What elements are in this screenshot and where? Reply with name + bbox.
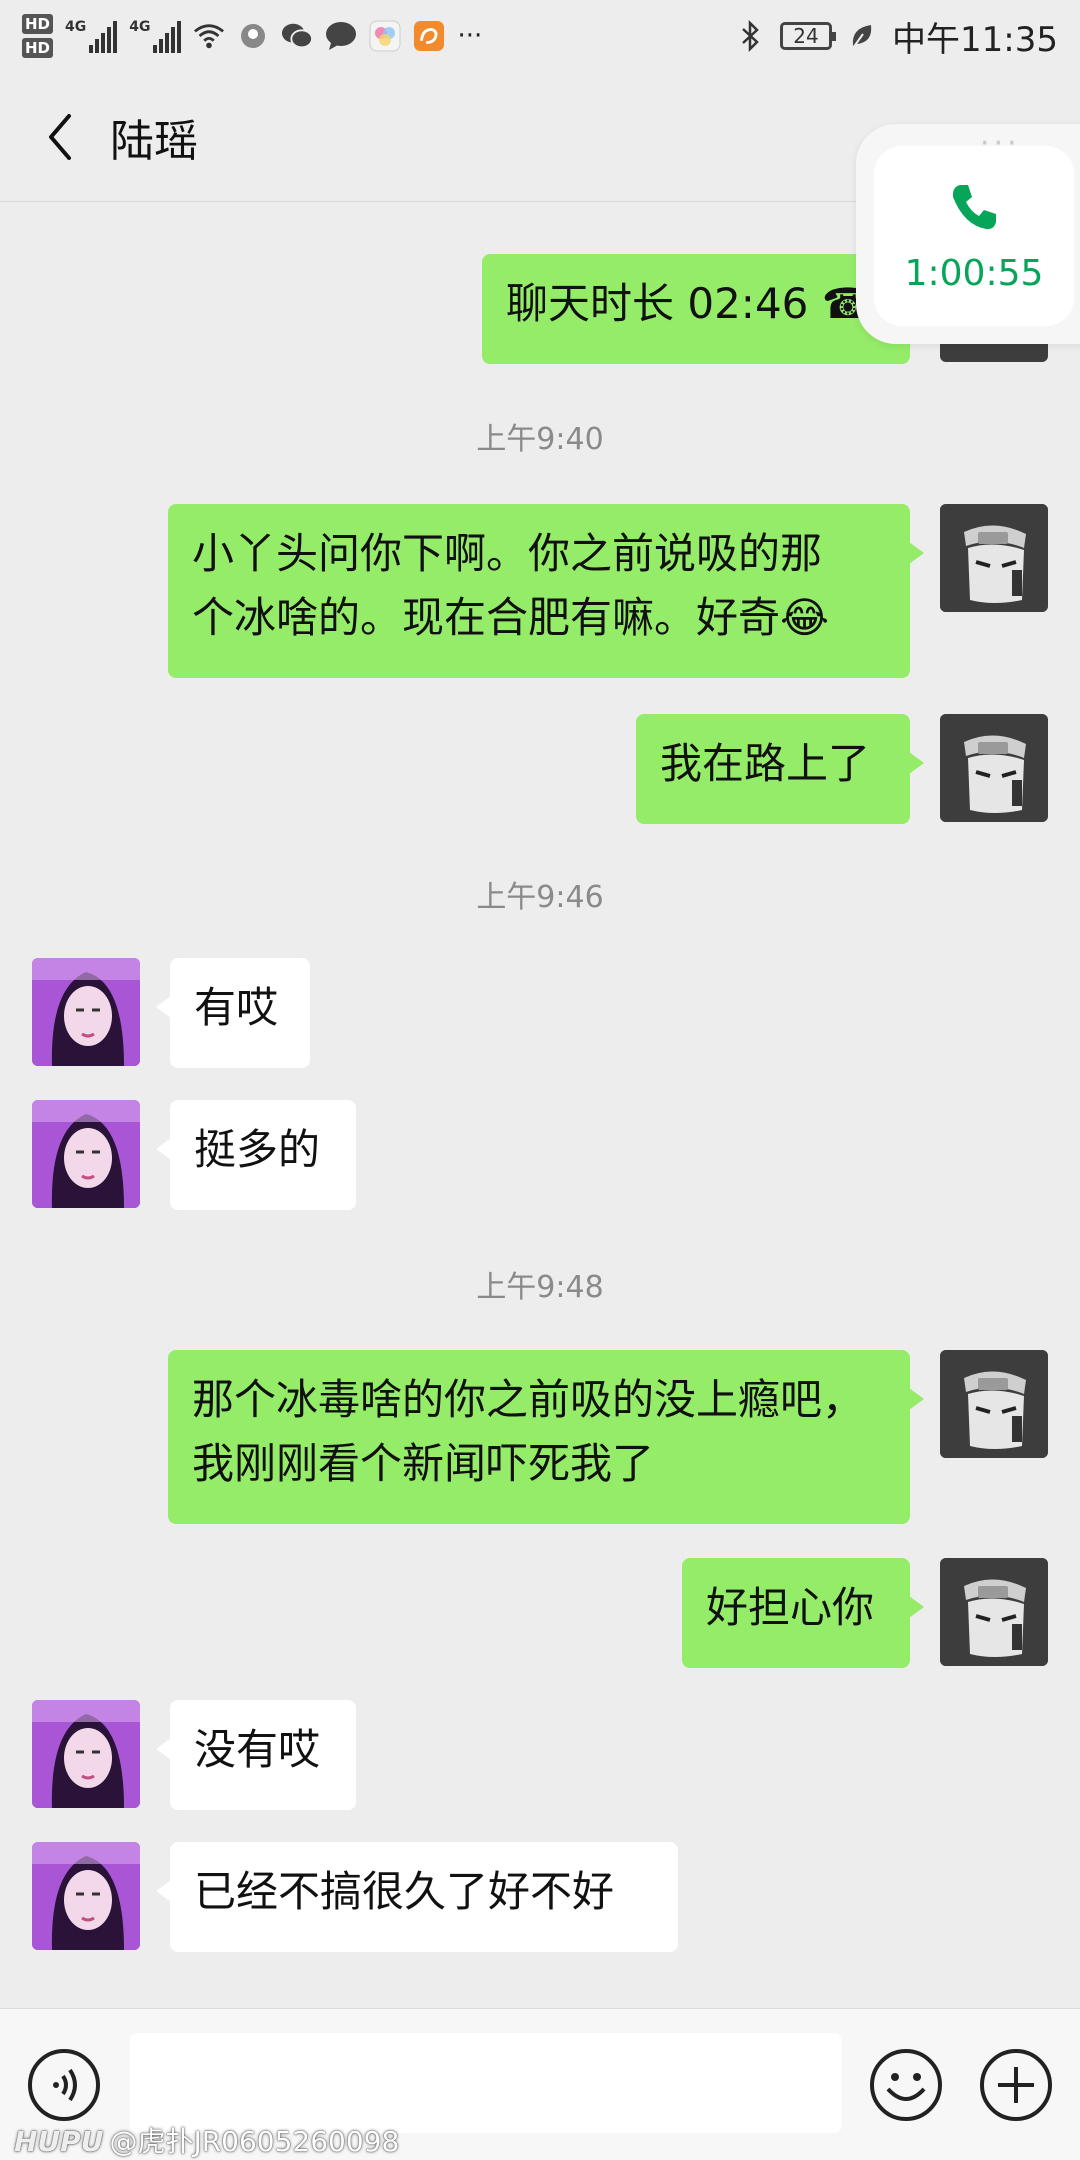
- message-bubble-outgoing[interactable]: 那个冰毒啥的你之前吸的没上瘾吧， 我刚刚看个新闻吓死我了: [168, 1350, 924, 1524]
- floating-call-window[interactable]: ··· 1:00:55: [856, 124, 1080, 344]
- avatar[interactable]: [940, 714, 1048, 822]
- avatar[interactable]: [32, 1700, 140, 1808]
- girl-avatar-icon: [32, 958, 140, 1066]
- plus-icon: [980, 2049, 1052, 2121]
- message-bubble-incoming[interactable]: 已经不搞很久了好不好: [156, 1842, 678, 1952]
- call-duration: 1:00:55: [904, 252, 1044, 294]
- status-right: 24 中午11:35: [734, 12, 1058, 61]
- status-bar: HD HD 4G 4G ··· 24 中午11:35: [0, 0, 1080, 72]
- ninja-avatar-icon: [940, 1350, 1048, 1458]
- wechat-icon: [281, 20, 314, 52]
- uc-browser-icon: [413, 20, 445, 52]
- watermark-text: @虎扑JR0605260098: [109, 2125, 400, 2158]
- bluetooth-icon: [734, 20, 766, 52]
- ninja-avatar-icon: [940, 504, 1048, 612]
- message-list[interactable]: 聊天时长 02:46 ☎ 上午9:40 小丫头问你下啊。你之前说吸的那 个冰啥的…: [0, 202, 1080, 2008]
- message-line: 小丫头问你下啊。你之前说吸的那: [192, 529, 823, 578]
- chevron-left-icon: [49, 113, 71, 160]
- timestamp: 上午9:46: [476, 880, 604, 915]
- phone-icon: [952, 184, 996, 229]
- timestamp: 上午9:48: [476, 1270, 604, 1305]
- signal-1: 4G: [65, 19, 118, 53]
- message-text: 没有哎: [194, 1725, 321, 1774]
- message-text: 好担心你: [706, 1583, 875, 1632]
- signal-2: 4G: [129, 19, 182, 53]
- message-bubble-incoming[interactable]: 有哎: [156, 958, 310, 1068]
- wifi-icon: [193, 20, 225, 52]
- message-bubble-incoming[interactable]: 没有哎: [156, 1700, 356, 1810]
- leaf-icon: [846, 20, 878, 52]
- contact-name: 陆瑶: [110, 115, 198, 167]
- call-record-bubble[interactable]: 聊天时长 02:46 ☎: [482, 254, 924, 364]
- signal-bars-icon: [89, 19, 118, 53]
- more-actions-button[interactable]: [978, 2047, 1054, 2123]
- girl-avatar-icon: [32, 1842, 140, 1950]
- message-bubble-incoming[interactable]: 挺多的: [156, 1100, 356, 1210]
- more-notifications: ···: [457, 21, 483, 51]
- girl-avatar-icon: [32, 1100, 140, 1208]
- message-text: 挺多的: [194, 1125, 321, 1174]
- hd-indicators: HD HD: [22, 14, 54, 58]
- signal-bars-icon: [153, 19, 182, 53]
- avatar[interactable]: [940, 1350, 1048, 1458]
- hd-badge-2: HD: [22, 38, 54, 58]
- call-return-button[interactable]: 1:00:55: [874, 146, 1074, 326]
- message-text: 已经不搞很久了好不好: [194, 1867, 615, 1916]
- message-input[interactable]: [130, 2033, 842, 2133]
- avatar[interactable]: [32, 958, 140, 1066]
- message-text: 有哎: [194, 983, 279, 1032]
- message-bubble-outgoing[interactable]: 好担心你: [682, 1558, 924, 1668]
- ninja-avatar-icon: [940, 714, 1048, 822]
- battery-icon: 24: [780, 22, 837, 50]
- network-type-2: 4G: [129, 19, 151, 35]
- call-record-text: 聊天时长 02:46 ☎: [506, 279, 875, 328]
- watermark: HUPU @虎扑JR0605260098: [14, 2120, 399, 2160]
- avatar[interactable]: [940, 1558, 1048, 1666]
- emoji-button[interactable]: [868, 2047, 944, 2123]
- girl-avatar-icon: [32, 1700, 140, 1808]
- back-button[interactable]: [30, 107, 90, 167]
- message-bubble-outgoing[interactable]: 小丫头问你下啊。你之前说吸的那 个冰啥的。现在合肥有嘛。好奇😂: [168, 504, 924, 678]
- status-left: HD HD 4G 4G ···: [22, 0, 482, 72]
- smiley-icon: [870, 2049, 942, 2121]
- hd-badge-1: HD: [22, 14, 54, 34]
- avatar[interactable]: [940, 504, 1048, 612]
- message-text: 我在路上了: [660, 739, 871, 788]
- voice-toggle-button[interactable]: [26, 2047, 102, 2123]
- message-line: 个冰啥的。现在合肥有嘛。好奇😂: [192, 593, 830, 642]
- timestamp: 上午9:40: [476, 422, 604, 457]
- message-bubble-outgoing[interactable]: 我在路上了: [636, 714, 924, 824]
- message-icon: [325, 20, 357, 52]
- voice-icon: [28, 2049, 100, 2121]
- app-notification-icon: [237, 20, 269, 52]
- watermark-brand: HUPU: [14, 2125, 104, 2158]
- network-type-1: 4G: [65, 19, 87, 35]
- photos-icon: [369, 20, 401, 52]
- ninja-avatar-icon: [940, 1558, 1048, 1666]
- avatar[interactable]: [32, 1100, 140, 1208]
- clock: 中午11:35: [892, 19, 1058, 60]
- message-line: 我刚刚看个新闻吓死我了: [192, 1439, 655, 1488]
- message-line: 那个冰毒啥的你之前吸的没上瘾吧，: [192, 1375, 865, 1424]
- avatar[interactable]: [32, 1842, 140, 1950]
